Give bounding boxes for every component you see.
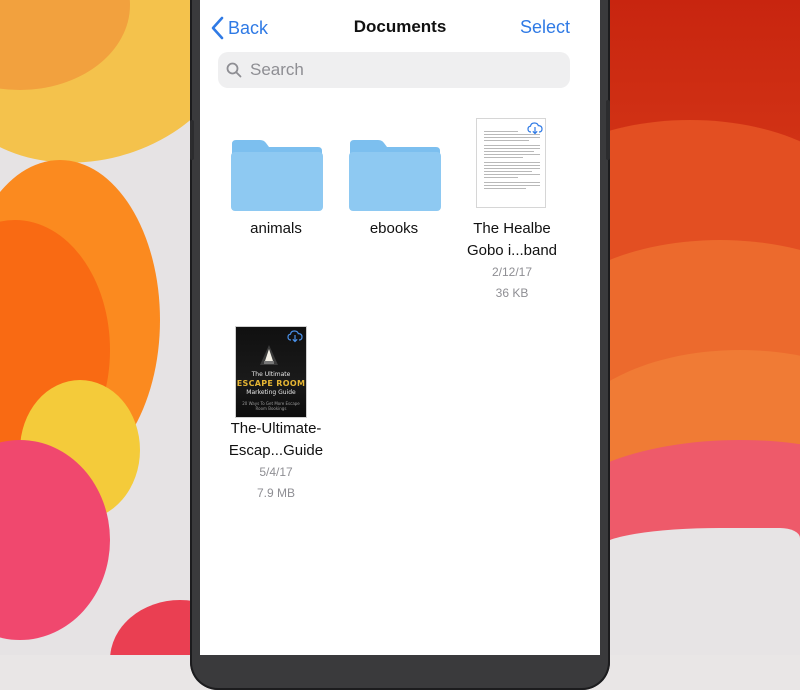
cloud-download-icon[interactable] [527,121,543,140]
wallpaper-right [600,0,800,655]
item-size: 36 KB [495,286,529,300]
file-item-healbe-gobo[interactable]: The Healbe Gobo i...band 2/12/17 36 KB [453,118,571,304]
document-preview [476,118,546,208]
item-name-line2: Gobo i...band [466,242,558,259]
door-icon [256,341,282,367]
cover-line-3: Marketing Guide [246,389,296,396]
cover-line-4: 20 Ways To Get More Escape Room Bookings [242,401,300,411]
cover-line-1: The Ultimate [251,371,291,378]
folder-item-ebooks[interactable]: ebooks [335,118,453,240]
item-name-line1: The Healbe [473,220,551,237]
wallpaper-left [0,0,200,655]
folder-item-animals[interactable]: animals [217,118,335,240]
files-screen: Back Documents Select animals [200,0,600,655]
folder-thumbnail [217,118,335,218]
file-item-escape-room-guide[interactable]: The Ultimate ESCAPE ROOM Marketing Guide… [217,318,335,504]
select-button[interactable]: Select [520,17,570,38]
side-button [606,100,610,160]
search-input[interactable] [248,59,552,81]
search-bar[interactable] [218,52,570,88]
navigation-bar: Back Documents Select [200,0,600,50]
side-button [190,120,194,160]
folder-thumbnail [335,118,453,218]
ebook-thumbnail: The Ultimate ESCAPE ROOM Marketing Guide… [217,318,335,418]
search-icon [226,62,242,78]
item-name-line2: Escap...Guide [228,442,324,459]
cloud-download-icon[interactable] [287,329,303,348]
item-name: animals [250,220,302,237]
book-cover: The Ultimate ESCAPE ROOM Marketing Guide… [235,326,307,418]
cover-line-2: ESCAPE ROOM [236,379,306,388]
item-date: 2/12/17 [491,265,533,279]
document-thumbnail [453,118,571,218]
folder-icon [348,138,442,217]
item-name-line1: The-Ultimate- [230,420,322,437]
item-name: ebooks [369,220,419,237]
item-size: 7.9 MB [256,486,295,500]
item-date: 5/4/17 [259,465,293,479]
folder-icon [230,138,324,217]
document-text-lines [484,131,540,191]
